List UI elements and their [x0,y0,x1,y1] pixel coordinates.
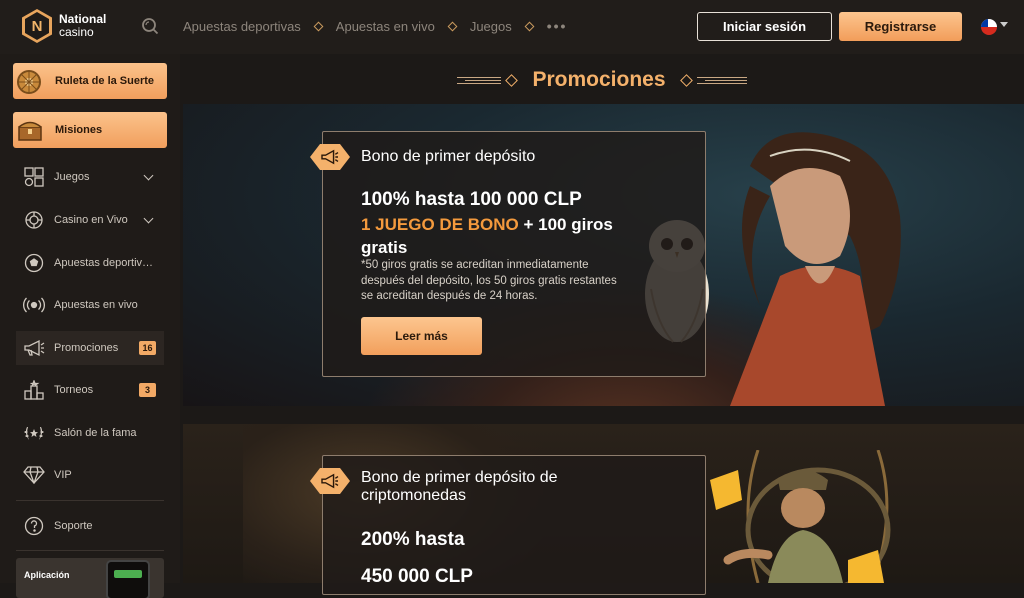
nav-live-bets[interactable]: Apuestas en vivo [336,19,435,34]
laurel-icon [23,422,45,444]
diamond-separator-icon [313,21,324,31]
login-button[interactable]: Iniciar sesión [697,12,832,41]
tournament-icon [23,379,45,401]
sidebar-item-tournaments[interactable]: Torneos 3 [16,373,164,407]
nav-sports[interactable]: Apuestas deportivas [183,19,301,34]
chest-icon [13,113,47,147]
promo-amount: 100% hasta 100 000 CLP [361,189,582,210]
search-icon[interactable] [141,17,159,35]
chile-flag-icon[interactable] [981,19,997,35]
sidebar: Ruleta de la Suerte Misiones Juegos Casi… [0,54,180,583]
sidebar-item-promotions[interactable]: Promociones 16 [16,331,164,365]
logo-letter: N [25,12,49,40]
logo[interactable]: N National casino [22,9,106,43]
count-badge: 16 [139,341,156,355]
top-bar: N National casino Apuestas deportivas Ap… [0,0,1024,54]
nav-games[interactable]: Juegos [470,19,512,34]
missions-button[interactable]: Misiones [13,112,167,148]
read-more-button[interactable]: Leer más [361,317,482,355]
sidebar-item-sports[interactable]: Apuestas deportiv… [16,246,164,280]
diamond-separator-icon [524,21,535,31]
app-label: Aplicación [24,570,70,580]
chevron-down-icon[interactable] [143,213,154,224]
logo-badge: N [22,9,52,43]
megaphone-icon [23,337,45,359]
promo-amount-line-2: 450 000 CLP [361,566,473,587]
live-broadcast-icon [23,294,45,316]
phone-image [106,560,150,598]
explorer-image [710,450,891,583]
sidebar-item-label: VIP [54,469,72,481]
wheel-icon [13,64,47,98]
logo-text: National casino [59,13,106,39]
sidebar-item-support[interactable]: Soporte [16,509,164,543]
promo-amount: 200% hasta [361,529,465,550]
sidebar-item-hall-of-fame[interactable]: Salón de la fama [16,416,164,450]
promo-title: Bono de primer depósito de criptomonedas [361,469,558,504]
sidebar-item-label: Promociones [54,342,119,354]
more-menu-icon[interactable]: ••• [547,18,568,34]
chevron-down-icon[interactable] [143,170,154,181]
games-icon [23,166,45,188]
diamond-separator-icon [447,21,458,31]
main-nav: Apuestas deportivas Apuestas en vivo Jue… [183,18,567,34]
app-download-banner[interactable]: Aplicación [16,558,164,598]
diamond-icon [23,464,45,486]
promo-title: Bono de primer depósito [361,148,536,165]
sidebar-item-label: Casino en Vivo [54,214,128,226]
promo-card: Bono de primer depósito 100% hasta 100 0… [310,131,706,377]
sidebar-divider [16,500,164,501]
page-title-row: Promociones [180,62,1024,98]
chevron-down-icon[interactable] [1000,22,1008,27]
promo-highlight: 1 JUEGO DE BONO [361,215,519,234]
title-ornament-right [676,73,747,87]
missions-label: Misiones [55,124,103,136]
promo-bonus-line-2: gratis [361,238,408,257]
sidebar-item-live-bets[interactable]: Apuestas en vivo [16,288,164,322]
promo-bonus-rest: + 100 giros [518,215,613,234]
sidebar-item-label: Torneos [54,384,94,396]
sidebar-divider [16,550,164,551]
sidebar-item-label: Apuestas deportiv… [54,257,154,269]
promo-note: *50 giros gratis se acreditan inmediatam… [361,259,617,302]
logo-line2: casino [59,25,94,39]
sidebar-item-label: Soporte [54,520,93,532]
live-casino-icon [23,209,45,231]
count-badge: 3 [139,383,156,397]
wheel-of-fortune-button[interactable]: Ruleta de la Suerte [13,63,167,99]
sidebar-item-label: Juegos [54,171,90,183]
sidebar-item-live-casino[interactable]: Casino en Vivo [16,203,164,237]
page-title: Promociones [532,68,666,91]
wheel-label: Ruleta de la Suerte [55,75,155,87]
title-ornament-left [457,73,522,87]
promo-bonus-line: 1 JUEGO DE BONO + 100 giros [361,213,613,236]
soccer-ball-icon [23,252,45,274]
sidebar-item-games[interactable]: Juegos [16,160,164,194]
help-icon [23,515,45,537]
register-button[interactable]: Registrarse [839,12,962,41]
promo-card: Bono de primer depósito de criptomonedas… [310,455,706,595]
sorceress-image [730,132,901,406]
sidebar-item-vip[interactable]: VIP [16,458,164,492]
sidebar-item-label: Salón de la fama [54,427,137,439]
sidebar-item-label: Apuestas en vivo [54,299,138,311]
